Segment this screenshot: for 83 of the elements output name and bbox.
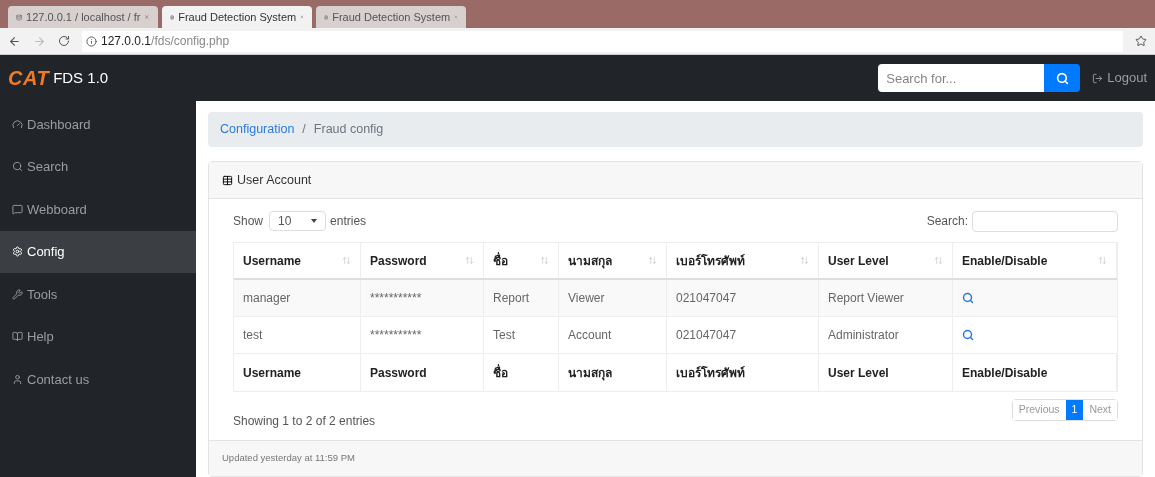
sidebar-item[interactable]: Help [0, 315, 196, 358]
card-title: User Account [237, 171, 312, 189]
sort-arrows-icon[interactable] [342, 256, 351, 265]
column-header[interactable]: เบอร์โทรศัพท์ [667, 243, 819, 278]
table-cell: Administrator [819, 317, 953, 353]
wrench-icon [12, 288, 23, 300]
book-icon [12, 331, 23, 343]
sidebar-item[interactable]: Webboard [0, 188, 196, 231]
column-header[interactable]: นามสกุล [559, 243, 667, 278]
breadcrumb-separator: / [302, 121, 306, 139]
search-label: Search: [926, 213, 968, 230]
breadcrumb-link[interactable]: Configuration [220, 120, 295, 139]
sort-arrows-icon[interactable] [540, 256, 549, 265]
column-header[interactable]: User Level [819, 243, 953, 278]
column-footer: Enable/Disable [953, 354, 1117, 391]
breadcrumb-current: Fraud config [313, 121, 384, 139]
column-header[interactable]: Username [234, 243, 361, 278]
logout-icon [1092, 72, 1104, 84]
sort-arrows-icon[interactable] [934, 256, 943, 265]
browser-tab[interactable]: 127.0.0.1 / localhost / fr [8, 6, 158, 28]
search-icon [1055, 71, 1069, 85]
table-cell: manager [234, 280, 361, 316]
table-cell: *********** [361, 280, 484, 316]
search-icon[interactable] [962, 292, 974, 304]
column-footer: นามสกุล [559, 354, 667, 391]
brand-name: FDS 1.0 [53, 67, 109, 88]
forward-icon[interactable] [33, 34, 46, 48]
url-text: 127.0.0.1/fds/config.php [101, 33, 230, 50]
reload-icon[interactable] [58, 35, 70, 47]
caret-icon [311, 219, 318, 223]
sort-arrows-icon[interactable] [648, 256, 657, 265]
person-icon [12, 373, 23, 385]
sort-arrows-icon[interactable] [465, 256, 474, 265]
tab-title: 127.0.0.1 / localhost / fr [26, 9, 141, 25]
column-header[interactable]: ชื่อ [484, 243, 559, 278]
sort-arrows-icon[interactable] [1098, 256, 1107, 265]
search-field[interactable]: Search for... [878, 64, 1045, 92]
table-cell: 021047047 [667, 280, 819, 316]
sidebar-item[interactable]: Dashboard [0, 103, 196, 146]
column-footer: ชื่อ [484, 354, 559, 391]
tab-title: Fraud Detection System [332, 9, 451, 25]
browser-tab[interactable]: Fraud Detection System [162, 6, 312, 28]
column-header[interactable]: Enable/Disable [953, 243, 1117, 278]
sort-arrows-icon[interactable] [800, 256, 809, 265]
search-icon [12, 161, 23, 173]
search-icon[interactable] [962, 329, 974, 341]
table-search-field[interactable] [972, 210, 1118, 232]
sidebar-item[interactable]: Tools [0, 273, 196, 316]
show-label: Show [233, 213, 264, 230]
info-icon [86, 35, 97, 47]
address-bar[interactable]: 127.0.0.1/fds/config.php [82, 30, 1123, 52]
table-info: Showing 1 to 2 of 2 entries [233, 413, 376, 430]
logout-link[interactable]: Logout [1092, 68, 1147, 88]
table-cell: Test [484, 317, 559, 353]
logo: CAT [8, 66, 50, 91]
table-cell: 021047047 [667, 317, 819, 353]
browser-tab[interactable]: Fraud Detection System [316, 6, 466, 28]
table-cell: Report [484, 280, 559, 316]
column-footer: เบอร์โทรศัพท์ [667, 354, 819, 391]
column-header[interactable]: Password [361, 243, 484, 278]
column-footer: Username [234, 354, 361, 391]
column-footer: User Level [819, 354, 953, 391]
gear-icon [12, 246, 23, 258]
sidebar-item[interactable]: Contact us [0, 358, 196, 401]
bookmark-star-icon[interactable] [1135, 35, 1147, 47]
table-cell: test [234, 317, 361, 353]
tab-title: Fraud Detection System [178, 9, 297, 25]
sidebar-item[interactable]: Search [0, 145, 196, 188]
sidebar-item[interactable]: Config [0, 230, 196, 273]
search-button[interactable] [1044, 64, 1081, 92]
table-cell: *********** [361, 317, 484, 353]
table-cell: Account [559, 317, 667, 353]
table-cell: Report Viewer [819, 280, 953, 316]
card-footer: Updated yesterday at 11:59 PM [209, 440, 1142, 476]
column-footer: Password [361, 354, 484, 391]
back-icon[interactable] [8, 34, 21, 48]
entries-select[interactable]: 10 [269, 211, 327, 231]
speech-bubble-icon [12, 203, 23, 215]
gauge-icon [12, 118, 23, 130]
entries-label: entries [330, 213, 367, 230]
table-icon [222, 174, 233, 186]
close-icon[interactable] [144, 12, 150, 22]
table-cell: Viewer [559, 280, 667, 316]
